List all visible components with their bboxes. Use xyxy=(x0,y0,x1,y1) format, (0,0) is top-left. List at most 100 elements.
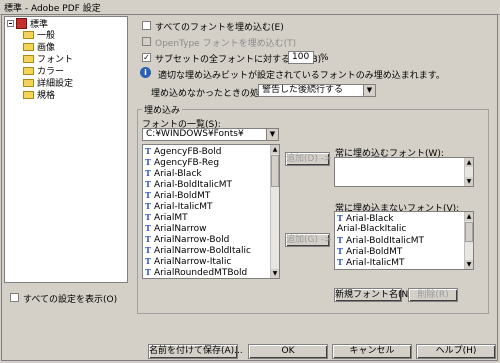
list-item[interactable]: Arial-BlackItalic xyxy=(337,224,406,235)
always-embed-scrollbar[interactable]: ▲ ▼ xyxy=(464,158,473,186)
percent-unit: % xyxy=(320,53,329,63)
truetype-font-icon: T xyxy=(145,157,151,167)
truetype-font-icon: T xyxy=(145,146,151,156)
truetype-font-icon: T xyxy=(145,190,151,200)
list-item[interactable]: T ArialNarrow-BoldItalic xyxy=(145,245,251,256)
list-item[interactable]: T Arial-ItalicMT xyxy=(145,201,212,212)
font-folder-select[interactable]: C:¥WINDOWS¥Fonts¥ ▼ xyxy=(142,128,279,141)
chevron-down-icon[interactable]: ▼ xyxy=(266,129,278,140)
list-item[interactable]: T ArialRoundedMTBold xyxy=(145,267,247,278)
tree-item-label: フォント xyxy=(37,55,74,65)
tree-item-label: 詳細設定 xyxy=(37,79,74,89)
tree-item-label: カラー xyxy=(37,67,65,77)
new-font-name-button[interactable]: 新規フォント名(N)... xyxy=(334,288,420,302)
tree-item-fonts[interactable]: フォント xyxy=(23,54,73,66)
font-name: ArialNarrow-Italic xyxy=(153,257,232,267)
list-item[interactable]: T Arial-Black xyxy=(145,168,202,179)
embed-all-checkbox[interactable] xyxy=(142,21,151,30)
tree-item-general[interactable]: 一般 xyxy=(23,30,55,42)
list-item[interactable]: T ArialNarrow-Italic xyxy=(145,256,231,267)
scrollbar-thumb[interactable] xyxy=(271,155,279,187)
truetype-font-icon: T xyxy=(145,267,151,277)
truetype-font-icon: T xyxy=(145,212,151,222)
scroll-down-icon[interactable]: ▼ xyxy=(465,260,473,269)
font-name: AgencyFB-Bold xyxy=(153,147,222,157)
add-always-embed-button[interactable]: 追加(D) -> xyxy=(285,152,332,166)
font-name: Arial-BlackItalic xyxy=(337,224,407,234)
scroll-down-icon[interactable]: ▼ xyxy=(271,269,279,278)
embedding-group-title: 埋め込み xyxy=(142,103,183,116)
subset-percent-input[interactable]: 100 xyxy=(288,51,314,64)
scroll-up-icon[interactable]: ▲ xyxy=(465,212,473,221)
show-all-settings-label: すべての設定を表示(O) xyxy=(23,295,118,305)
list-item[interactable]: T Arial-Black xyxy=(337,213,394,224)
embed-all-label: すべてのフォントを埋め込む(E) xyxy=(155,23,284,33)
font-list-scrollbar[interactable]: ▲ ▼ xyxy=(270,145,279,278)
settings-tree: 標準 一般 画像 フォント カラー 詳細設定 規格 xyxy=(4,16,128,283)
font-name: Arial-ItalicMT xyxy=(153,202,213,212)
folder-icon xyxy=(23,91,34,99)
font-name: ArialNarrow-BoldItalic xyxy=(153,246,251,256)
list-item[interactable]: T Arial-BoldItalicMT xyxy=(145,179,232,190)
always-embed-list[interactable]: ▲ ▼ xyxy=(334,157,474,187)
list-item[interactable]: T Arial-ItalicMT xyxy=(337,257,404,268)
font-name: Arial-Black xyxy=(345,214,394,224)
embed-opentype-label: OpenType フォントを埋め込む(T) xyxy=(155,39,297,49)
font-list[interactable]: T AgencyFB-Bold T AgencyFB-Reg T Arial-Blac… xyxy=(142,144,280,279)
list-item[interactable]: T ArialNarrow xyxy=(145,223,207,234)
font-name: ArialNarrow-Bold xyxy=(153,235,230,245)
scroll-down-icon[interactable]: ▼ xyxy=(465,177,473,186)
add-never-embed-button[interactable]: 追加(G) -> xyxy=(285,233,332,247)
embed-opentype-checkbox[interactable] xyxy=(142,37,151,46)
fail-action-select[interactable]: 警告した後続行する ▼ xyxy=(258,84,376,97)
scroll-up-icon[interactable]: ▲ xyxy=(465,158,473,167)
tree-item-standards[interactable]: 規格 xyxy=(23,90,55,102)
font-name: Arial-BoldMT xyxy=(153,191,211,201)
truetype-font-icon: T xyxy=(145,201,151,211)
list-item[interactable]: T Arial-BoldMT xyxy=(337,246,402,257)
collapse-icon[interactable] xyxy=(7,20,14,27)
tree-item-advanced[interactable]: 詳細設定 xyxy=(23,78,73,90)
show-all-settings-checkbox[interactable] xyxy=(10,293,19,302)
tree-item-label: 一般 xyxy=(37,31,56,41)
save-as-button[interactable]: 名前を付けて保存(A)... xyxy=(148,344,243,359)
remove-font-button[interactable]: 削除(R) xyxy=(408,288,458,302)
font-name: Arial-BoldItalicMT xyxy=(153,180,233,190)
folder-icon xyxy=(23,79,34,87)
tree-item-images[interactable]: 画像 xyxy=(23,42,55,54)
chevron-down-icon[interactable]: ▼ xyxy=(363,85,375,96)
title-bar: 標準 - Adobe PDF 設定 xyxy=(0,0,500,15)
scroll-up-icon[interactable]: ▲ xyxy=(271,145,279,154)
folder-icon xyxy=(23,55,34,63)
font-folder-value: C:¥WINDOWS¥Fonts¥ xyxy=(146,129,244,139)
folder-icon xyxy=(23,31,34,39)
list-item[interactable]: T AgencyFB-Reg xyxy=(145,157,219,168)
list-item[interactable]: T Arial-BoldItalicMT xyxy=(337,235,424,246)
ok-button[interactable]: OK xyxy=(248,344,328,359)
pdf-settings-icon xyxy=(16,18,27,29)
truetype-font-icon: T xyxy=(337,246,343,256)
info-icon: i xyxy=(140,67,151,78)
never-embed-list[interactable]: T Arial-Black Arial-BlackItalic T Arial-Bo… xyxy=(334,211,474,270)
scrollbar-thumb[interactable] xyxy=(465,222,473,242)
fail-action-value: 警告した後続行する xyxy=(262,85,344,95)
help-button[interactable]: ヘルプ(H) xyxy=(416,344,496,359)
list-item[interactable]: T ArialMT xyxy=(145,212,188,223)
subset-checkbox[interactable]: ✓ xyxy=(142,53,151,62)
font-name: Arial-BoldItalicMT xyxy=(345,236,425,246)
truetype-font-icon: T xyxy=(337,257,343,267)
info-text: 適切な埋め込みビットが設定されているフォントのみ埋め込まれます。 xyxy=(158,71,445,81)
font-name: Arial-ItalicMT xyxy=(345,258,405,268)
tree-item-label: 画像 xyxy=(37,43,56,53)
list-item[interactable]: T Arial-BoldMT xyxy=(145,190,210,201)
cancel-button[interactable]: キャンセル xyxy=(332,344,412,359)
list-item[interactable]: T AgencyFB-Bold xyxy=(145,146,222,157)
tree-root[interactable]: 標準 xyxy=(7,18,48,30)
never-embed-scrollbar[interactable]: ▲ ▼ xyxy=(464,212,473,269)
list-item[interactable]: T ArialNarrow-Bold xyxy=(145,234,229,245)
truetype-font-icon: T xyxy=(337,235,343,245)
font-name: Arial-Black xyxy=(153,169,202,179)
tree-item-color[interactable]: カラー xyxy=(23,66,64,78)
truetype-font-icon: T xyxy=(145,168,151,178)
font-name: AgencyFB-Reg xyxy=(153,158,220,168)
